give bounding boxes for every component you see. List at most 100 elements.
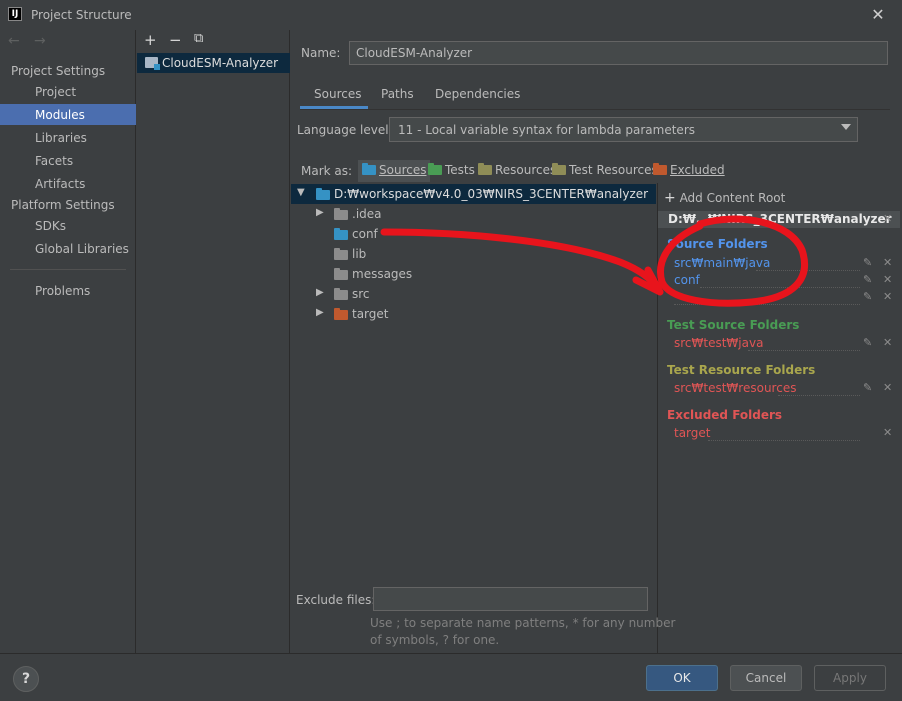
- nav-item-project[interactable]: Project: [35, 85, 76, 99]
- module-name-field[interactable]: CloudESM-Analyzer: [349, 41, 888, 65]
- language-level-select[interactable]: 11 - Local variable syntax for lambda pa…: [389, 117, 858, 142]
- resource-folder-icon: [478, 163, 492, 175]
- nav-item-problems[interactable]: Problems: [35, 284, 90, 298]
- remove-icon[interactable]: ✕: [883, 381, 892, 394]
- mark-tests-button[interactable]: Tests: [424, 160, 479, 182]
- test-resource-folder-item: src₩test₩resources: [674, 381, 797, 395]
- excluded-folders-title: Excluded Folders: [667, 408, 783, 422]
- help-button[interactable]: ?: [13, 666, 39, 692]
- close-icon[interactable]: ✕: [868, 5, 888, 25]
- source-folder-icon: [334, 228, 348, 240]
- folder-icon: [334, 248, 348, 260]
- title-bar: [0, 0, 902, 30]
- tree-row-src[interactable]: ▶ src: [291, 284, 656, 304]
- folder-icon: [334, 268, 348, 280]
- remove-icon[interactable]: ✕: [883, 256, 892, 269]
- tree-row-idea[interactable]: ▶ .idea: [291, 204, 656, 224]
- content-root-path: D:₩…₩NIRS_3CENTER₩analyzer: [668, 212, 892, 226]
- remove-root-icon[interactable]: ✕: [883, 212, 892, 225]
- edit-icon[interactable]: ✎: [863, 290, 872, 303]
- tab-paths[interactable]: Paths: [381, 87, 414, 101]
- module-name: CloudESM-Analyzer: [162, 56, 279, 70]
- plus-icon: +: [664, 190, 676, 206]
- exclude-hint-line-1: Use ; to separate name patterns, * for a…: [370, 616, 676, 630]
- nav-item-sdks[interactable]: SDKs: [35, 219, 66, 233]
- bottom-divider: [0, 653, 902, 654]
- nav-item-artifacts[interactable]: Artifacts: [35, 177, 85, 191]
- folder-icon: [334, 208, 348, 220]
- chevron-down-icon[interactable]: ▼: [297, 187, 305, 198]
- tree-row-target[interactable]: ▶ target: [291, 304, 656, 324]
- excluded-folder-icon: [334, 308, 348, 320]
- edit-icon[interactable]: ✎: [863, 256, 872, 269]
- chevron-right-icon[interactable]: ▶: [316, 207, 324, 218]
- tree-root-row[interactable]: ▼ D:₩workspace₩v4.0_03₩NIRS_3CENTER₩anal…: [291, 184, 656, 204]
- exclude-files-label: Exclude files:: [296, 593, 376, 607]
- nav-item-facets[interactable]: Facets: [35, 154, 73, 168]
- source-tree[interactable]: ▼ D:₩workspace₩v4.0_03₩NIRS_3CENTER₩anal…: [291, 183, 656, 583]
- exclude-files-input[interactable]: [373, 587, 648, 611]
- add-content-root-button[interactable]: + Add Content Root: [664, 190, 785, 206]
- chevron-right-icon[interactable]: ▶: [316, 287, 324, 298]
- nav-divider: [10, 269, 126, 270]
- mark-as-label: Mark as:: [301, 164, 353, 178]
- test-folder-icon: [428, 163, 442, 175]
- dotted-leader: [700, 287, 860, 288]
- excluded-folder-item: target: [674, 426, 711, 440]
- tab-dependencies[interactable]: Dependencies: [435, 87, 520, 101]
- source-folders-title: Source Folders: [667, 237, 768, 251]
- test-resource-folder-icon: [552, 163, 566, 175]
- nav-group-platform-settings: Platform Settings: [11, 198, 115, 212]
- mark-excluded-button[interactable]: Excluded: [649, 160, 729, 182]
- copy-module-icon[interactable]: ⧉: [194, 31, 203, 46]
- tree-row-messages[interactable]: messages: [291, 264, 656, 284]
- excluded-folder-icon: [653, 163, 667, 175]
- tree-row-lib[interactable]: lib: [291, 244, 656, 264]
- tab-sources[interactable]: Sources: [314, 87, 361, 101]
- chevron-down-icon[interactable]: [841, 124, 851, 130]
- chevron-right-icon[interactable]: ▶: [316, 307, 324, 318]
- remove-icon[interactable]: ✕: [883, 290, 892, 303]
- source-folder-item: conf: [674, 273, 700, 287]
- dotted-leader: [708, 440, 860, 441]
- back-arrow-icon[interactable]: ←: [8, 33, 20, 49]
- add-module-icon[interactable]: +: [144, 31, 157, 49]
- edit-icon[interactable]: ✎: [863, 336, 872, 349]
- name-label: Name:: [301, 46, 341, 60]
- dotted-leader: [756, 270, 860, 271]
- remove-icon[interactable]: ✕: [883, 426, 892, 439]
- remove-icon[interactable]: ✕: [883, 336, 892, 349]
- folder-icon: [334, 288, 348, 300]
- module-list-pane: [137, 30, 290, 653]
- test-source-folders-title: Test Source Folders: [667, 318, 800, 332]
- source-folder-icon: [362, 163, 376, 175]
- dotted-leader: [674, 304, 860, 305]
- remove-module-icon[interactable]: −: [169, 31, 182, 49]
- dotted-leader: [778, 395, 860, 396]
- forward-arrow-icon[interactable]: →: [34, 33, 46, 49]
- remove-icon[interactable]: ✕: [883, 273, 892, 286]
- nav-item-libraries[interactable]: Libraries: [35, 131, 87, 145]
- intellij-app-icon: IJ: [8, 7, 22, 21]
- window-title: Project Structure: [31, 8, 132, 22]
- nav-item-modules[interactable]: Modules: [35, 108, 85, 122]
- folder-icon: [316, 188, 330, 200]
- mark-sources-button[interactable]: Sources: [358, 160, 431, 182]
- language-level-label: Language level:: [297, 123, 393, 137]
- nav-item-global-libraries[interactable]: Global Libraries: [35, 242, 129, 256]
- dotted-leader: [748, 350, 860, 351]
- ok-button[interactable]: OK: [646, 665, 718, 691]
- module-icon: [145, 57, 160, 70]
- nav-group-project-settings: Project Settings: [11, 64, 106, 78]
- edit-icon[interactable]: ✎: [863, 381, 872, 394]
- tree-row-conf[interactable]: conf: [291, 224, 656, 244]
- exclude-hint-line-2: of symbols, ? for one.: [370, 633, 500, 647]
- test-resource-folders-title: Test Resource Folders: [667, 363, 816, 377]
- source-folder-item: src₩main₩java: [674, 256, 771, 270]
- edit-icon[interactable]: ✎: [863, 273, 872, 286]
- cancel-button[interactable]: Cancel: [730, 665, 802, 691]
- mark-test-resources-button[interactable]: Test Resources: [548, 160, 662, 182]
- apply-button[interactable]: Apply: [814, 665, 886, 691]
- tabs-divider: [300, 109, 890, 110]
- test-source-folder-item: src₩test₩java: [674, 336, 764, 350]
